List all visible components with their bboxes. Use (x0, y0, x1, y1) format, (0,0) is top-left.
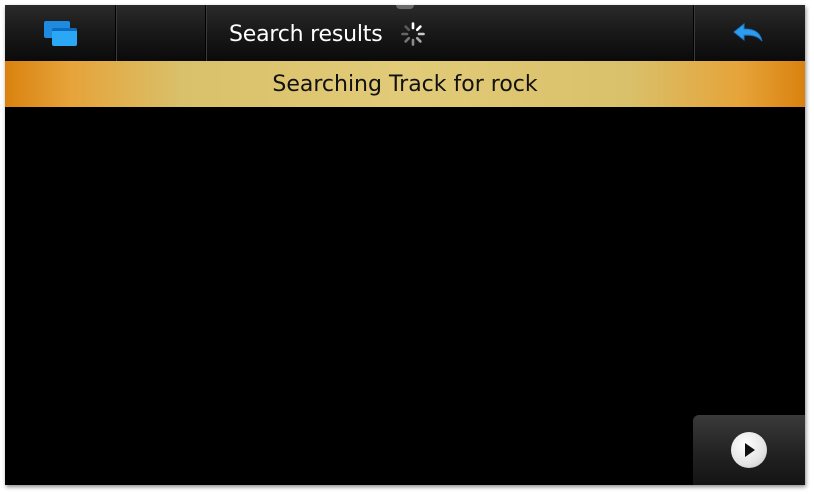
search-status-banner: Searching Track for rock (5, 61, 805, 107)
search-status-text: Searching Track for rock (272, 71, 538, 97)
loading-spinner-icon (401, 22, 426, 46)
status-notch (396, 5, 414, 9)
now-playing-button[interactable] (693, 415, 805, 485)
device-frame: Search results Searching Track for rock (0, 0, 814, 494)
task-switcher-front-window (52, 28, 77, 46)
page-title: Search results (229, 21, 383, 47)
back-arrow-icon (733, 23, 763, 42)
title-bar: Search results (5, 5, 805, 61)
app-screen: Search results Searching Track for rock (5, 5, 805, 485)
title-group: Search results (229, 19, 426, 49)
title-bar-divider (115, 5, 117, 61)
results-area (5, 107, 805, 485)
back-button[interactable] (723, 17, 773, 51)
play-circle (731, 432, 767, 468)
title-bar-divider (205, 5, 207, 61)
title-bar-divider (693, 5, 695, 61)
task-switcher-icon[interactable] (41, 19, 81, 49)
play-icon (745, 443, 755, 457)
